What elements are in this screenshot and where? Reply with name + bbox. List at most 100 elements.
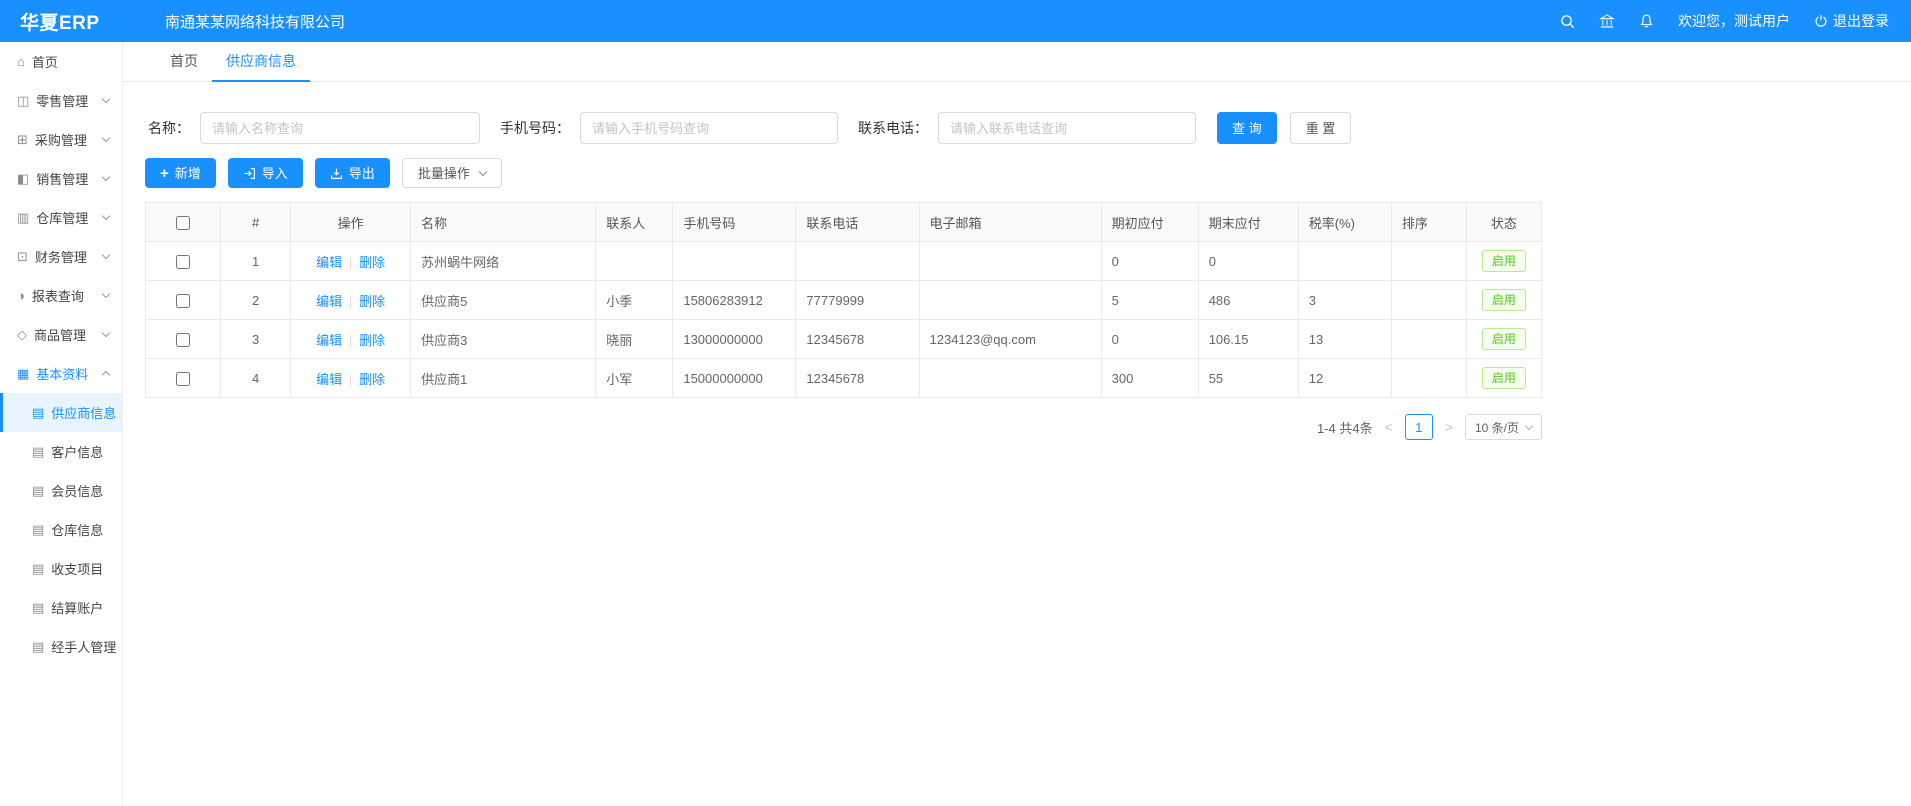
cell-phone (796, 242, 919, 281)
phone-filter-input[interactable] (938, 112, 1196, 144)
add-button[interactable]: + 新增 (145, 158, 216, 188)
cell-opening-payable: 0 (1101, 242, 1198, 281)
sidebar-item-warehouse[interactable]: ▥仓库管理 (0, 198, 122, 237)
chevron-down-icon (102, 134, 110, 142)
cell-opening-payable: 5 (1101, 281, 1198, 320)
tab-supplier-info[interactable]: 供应商信息 (212, 42, 310, 81)
row-checkbox[interactable] (176, 255, 190, 269)
sidebar-item-finance[interactable]: ⊡财务管理 (0, 237, 122, 276)
name-filter-input[interactable] (200, 112, 480, 144)
column-header[interactable]: 联系电话 (796, 203, 919, 242)
import-button[interactable]: 导入 (228, 158, 303, 188)
sidebar-item-purchase[interactable]: ⊞采购管理 (0, 120, 122, 159)
edit-link[interactable]: 编辑 (316, 333, 342, 348)
app-logo[interactable]: 华夏ERP (0, 8, 123, 35)
tab-home[interactable]: 首页 (156, 42, 212, 81)
cell-name: 供应商1 (411, 359, 596, 398)
column-header[interactable]: 联系人 (596, 203, 673, 242)
search-button[interactable]: 查 询 (1217, 112, 1277, 144)
sidebar-item-report[interactable]: ◑报表查询 (0, 276, 122, 315)
sidebar-item-label: 仓库管理 (36, 208, 88, 227)
select-all-checkbox[interactable] (176, 216, 190, 230)
sidebar-item-basic[interactable]: ▦基本资料 (0, 354, 122, 393)
sidebar-item-customer-info[interactable]: ▤客户信息 (0, 432, 122, 471)
mobile-filter-input[interactable] (580, 112, 838, 144)
search-button-label: 查 询 (1232, 122, 1262, 135)
chevron-down-icon (102, 290, 110, 298)
filter-row: 名称：手机号码：联系电话： 查 询 重 置 (145, 112, 1887, 144)
sidebar: ⌂首页◫零售管理⊞采购管理◧销售管理▥仓库管理⊡财务管理◑报表查询◇商品管理▦基… (0, 42, 123, 806)
welcome-text: 欢迎您，测试用户 (1678, 11, 1790, 31)
page-size-select[interactable]: 10 条/页 (1465, 414, 1542, 440)
edit-link[interactable]: 编辑 (316, 255, 342, 270)
export-button[interactable]: 导出 (315, 158, 390, 188)
table-row: 3编辑删除供应商3晓丽13000000000123456781234123@qq… (146, 320, 1542, 359)
column-header[interactable]: 期初应付 (1101, 203, 1198, 242)
sidebar-item-label: 采购管理 (35, 130, 87, 149)
content-area: 名称：手机号码：联系电话： 查 询 重 置 + 新增 导入 (123, 82, 1911, 440)
name-filter-label: 名称： (148, 118, 190, 138)
delete-link[interactable]: 删除 (359, 333, 385, 348)
edit-link[interactable]: 编辑 (316, 294, 342, 309)
next-page-button[interactable]: > (1443, 419, 1455, 435)
row-index: 2 (221, 281, 291, 320)
column-header[interactable]: 名称 (411, 203, 596, 242)
logout-button[interactable]: 退出登录 (1814, 11, 1889, 31)
cell-contact (596, 242, 673, 281)
sidebar-item-settle-account[interactable]: ▤结算账户 (0, 588, 122, 627)
cell-opening-payable: 300 (1101, 359, 1198, 398)
goods-icon: ◇ (17, 328, 27, 341)
sidebar-item-label: 仓库信息 (51, 520, 103, 539)
action-divider (350, 336, 351, 347)
cell-mobile: 15000000000 (673, 359, 796, 398)
sidebar-item-income-expense[interactable]: ▤收支项目 (0, 549, 122, 588)
column-header[interactable]: 状态 (1466, 203, 1541, 242)
column-header[interactable]: 电子邮箱 (919, 203, 1101, 242)
import-button-label: 导入 (262, 167, 288, 180)
row-checkbox[interactable] (176, 294, 190, 308)
logout-label: 退出登录 (1833, 11, 1889, 31)
column-header[interactable]: 期末应付 (1198, 203, 1298, 242)
cell-contact: 晓丽 (596, 320, 673, 359)
sidebar-item-home[interactable]: ⌂首页 (0, 42, 122, 81)
row-checkbox[interactable] (176, 333, 190, 347)
column-header[interactable]: 操作 (291, 203, 411, 242)
sidebar-item-label: 首页 (32, 52, 58, 71)
table-header-row: #操作名称联系人手机号码联系电话电子邮箱期初应付期末应付税率(%)排序状态 (146, 203, 1542, 242)
sidebar-item-goods[interactable]: ◇商品管理 (0, 315, 122, 354)
column-header[interactable]: # (221, 203, 291, 242)
cell-mobile: 15806283912 (673, 281, 796, 320)
tab-bar: 首页供应商信息 (123, 42, 1911, 82)
delete-link[interactable]: 删除 (359, 372, 385, 387)
search-icon[interactable] (1560, 14, 1575, 29)
sidebar-item-supplier-info[interactable]: ▤供应商信息 (0, 393, 122, 432)
delete-link[interactable]: 删除 (359, 255, 385, 270)
sidebar-item-member-info[interactable]: ▤会员信息 (0, 471, 122, 510)
delete-link[interactable]: 删除 (359, 294, 385, 309)
status-badge: 启用 (1482, 367, 1526, 389)
sidebar-item-warehouse-info[interactable]: ▤ 仓库信息 (0, 510, 122, 549)
column-header[interactable]: 手机号码 (673, 203, 796, 242)
bell-icon[interactable] (1639, 13, 1654, 29)
cell-closing-payable: 55 (1198, 359, 1298, 398)
cell-email (919, 281, 1101, 320)
reset-button[interactable]: 重 置 (1290, 112, 1352, 144)
current-page-button[interactable]: 1 (1405, 414, 1433, 440)
batch-actions-button[interactable]: 批量操作 (402, 158, 502, 188)
prev-page-button[interactable]: < (1383, 419, 1395, 435)
column-header[interactable]: 排序 (1391, 203, 1466, 242)
supplier-table: #操作名称联系人手机号码联系电话电子邮箱期初应付期末应付税率(%)排序状态 1编… (145, 202, 1542, 398)
sidebar-item-sales[interactable]: ◧销售管理 (0, 159, 122, 198)
cell-tax-rate: 13 (1298, 320, 1391, 359)
column-header[interactable]: 税率(%) (1298, 203, 1391, 242)
edit-link[interactable]: 编辑 (316, 372, 342, 387)
page-size-value: 10 条/页 (1475, 419, 1519, 436)
row-checkbox[interactable] (176, 372, 190, 386)
chevron-down-icon (479, 168, 487, 176)
bank-icon[interactable] (1599, 14, 1615, 29)
cell-closing-payable: 0 (1198, 242, 1298, 281)
sidebar-item-retail[interactable]: ◫零售管理 (0, 81, 122, 120)
sidebar-item-handler-mgmt[interactable]: ▤经手人管理 (0, 627, 122, 666)
doc-icon: ▤ (32, 523, 44, 536)
cell-opening-payable: 0 (1101, 320, 1198, 359)
